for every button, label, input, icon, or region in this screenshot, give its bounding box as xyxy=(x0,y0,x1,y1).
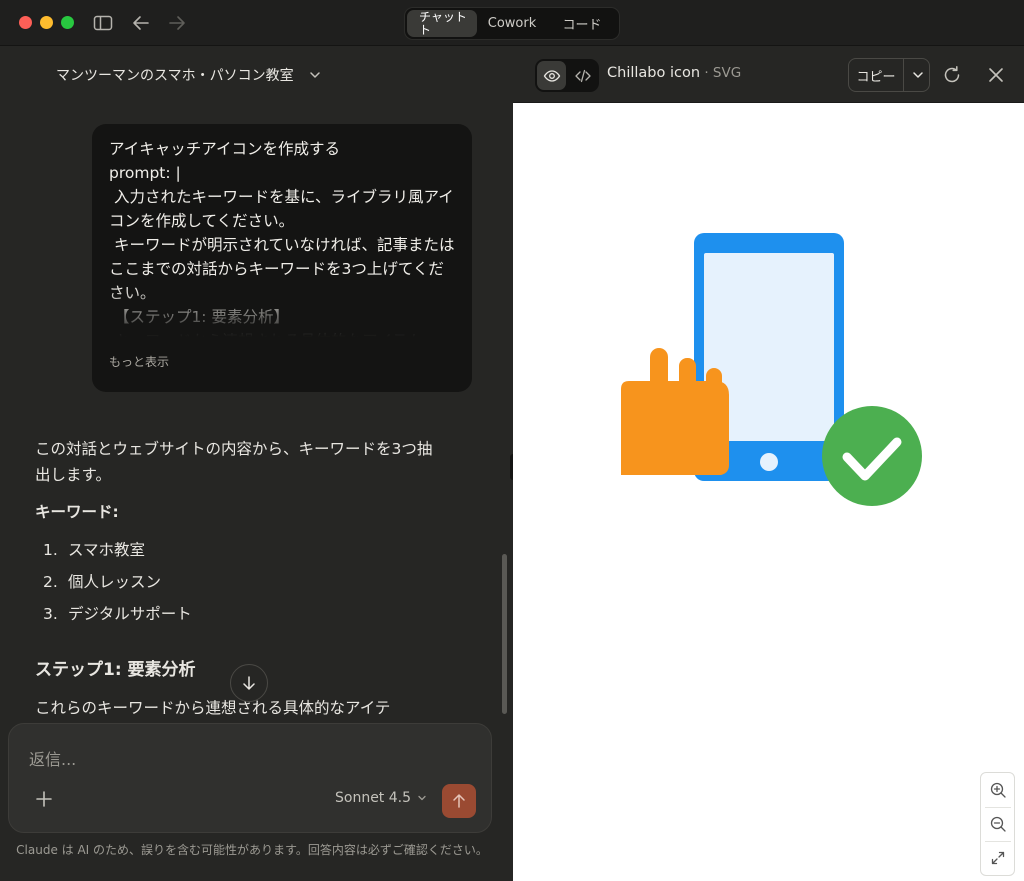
arrow-up-icon xyxy=(453,794,465,808)
scroll-to-bottom-button[interactable] xyxy=(230,664,268,702)
user-message: アイキャッチアイコンを作成する prompt: | 入力されたキーワードを基に、… xyxy=(92,124,472,392)
artifact-title: Chillabo icon · SVG xyxy=(607,65,742,81)
tab-code[interactable]: コード xyxy=(547,10,617,37)
artifact-preview-canvas xyxy=(513,103,1024,881)
arrow-down-icon xyxy=(243,676,255,690)
chat-scrollbar[interactable] xyxy=(502,554,507,714)
code-icon xyxy=(574,69,591,82)
zoom-out-icon[interactable] xyxy=(987,813,1009,835)
chillabo-icon-illustration xyxy=(621,233,922,506)
artifact-type: SVG xyxy=(712,65,742,81)
assistant-intro: この対話とウェブサイトの内容から、キーワードを3つ抽出します。 xyxy=(35,440,433,484)
tab-cowork[interactable]: Cowork xyxy=(479,10,545,37)
composer: Sonnet 4.5 xyxy=(8,723,492,833)
artifact-header: Chillabo icon · SVG コピー xyxy=(513,46,1024,103)
zoom-in-icon[interactable] xyxy=(987,779,1009,801)
copy-button-group: コピー xyxy=(848,58,930,92)
zoom-divider xyxy=(985,807,1011,808)
plus-icon[interactable] xyxy=(33,788,55,810)
zoom-divider xyxy=(985,841,1011,842)
artifact-pane: Chillabo icon · SVG コピー xyxy=(513,46,1024,881)
expand-icon[interactable] xyxy=(987,847,1009,869)
view-toggle xyxy=(535,59,599,92)
conversation-title-text: マンツーマンのスマホ・パソコン教室 xyxy=(56,68,294,84)
send-button[interactable] xyxy=(442,784,476,818)
close-window-button[interactable] xyxy=(19,16,32,29)
list-item: 3. デジタルサポート xyxy=(43,605,192,623)
chevron-down-icon xyxy=(418,795,426,801)
keyword-list: 1. スマホ教室 2. 個人レッスン 3. デジタルサポート xyxy=(35,537,445,627)
list-item: 1. スマホ教室 xyxy=(43,541,146,559)
model-selector[interactable]: Sonnet 4.5 xyxy=(335,790,428,806)
show-more-link[interactable]: もっと表示 xyxy=(109,353,169,370)
reply-input[interactable] xyxy=(29,744,469,774)
tab-chat[interactable]: チャット ト xyxy=(407,10,477,37)
zoom-controls xyxy=(980,772,1015,876)
model-name: Sonnet 4.5 xyxy=(335,790,412,806)
disclaimer: Claude は AI のため、誤りを含む可能性があります。回答内容は必ずご確認… xyxy=(16,843,488,857)
refresh-icon[interactable] xyxy=(941,64,963,86)
minimize-window-button[interactable] xyxy=(40,16,53,29)
copy-options-dropdown[interactable] xyxy=(905,59,930,91)
copy-button[interactable]: コピー xyxy=(849,59,904,91)
preview-button[interactable] xyxy=(537,61,566,90)
mode-switcher: チャット ト Cowork コード xyxy=(404,7,620,40)
chevron-down-icon xyxy=(912,72,923,78)
conversation-title[interactable]: マンツーマンのスマホ・パソコン教室 xyxy=(56,65,322,85)
sidebar-toggle-icon[interactable] xyxy=(92,12,114,34)
back-arrow-icon[interactable] xyxy=(130,12,152,34)
checkmark-icon xyxy=(822,406,922,506)
keywords-label: キーワード: xyxy=(35,503,119,521)
forward-arrow-icon[interactable] xyxy=(166,12,188,34)
code-view-button[interactable] xyxy=(568,61,597,90)
artifact-name: Chillabo icon xyxy=(607,65,701,81)
maximize-window-button[interactable] xyxy=(61,16,74,29)
title-bar: チャット ト Cowork コード xyxy=(0,0,1024,46)
close-icon[interactable] xyxy=(985,64,1007,86)
user-message-text: アイキャッチアイコンを作成する prompt: | 入力されたキーワードを基に、… xyxy=(109,140,455,337)
chat-pane: マンツーマンのスマホ・パソコン教室 アイキャッチアイコンを作成する prompt… xyxy=(0,46,513,881)
eye-icon xyxy=(543,69,560,82)
list-item: 2. 個人レッスン xyxy=(43,573,162,591)
chevron-down-icon xyxy=(309,72,320,78)
